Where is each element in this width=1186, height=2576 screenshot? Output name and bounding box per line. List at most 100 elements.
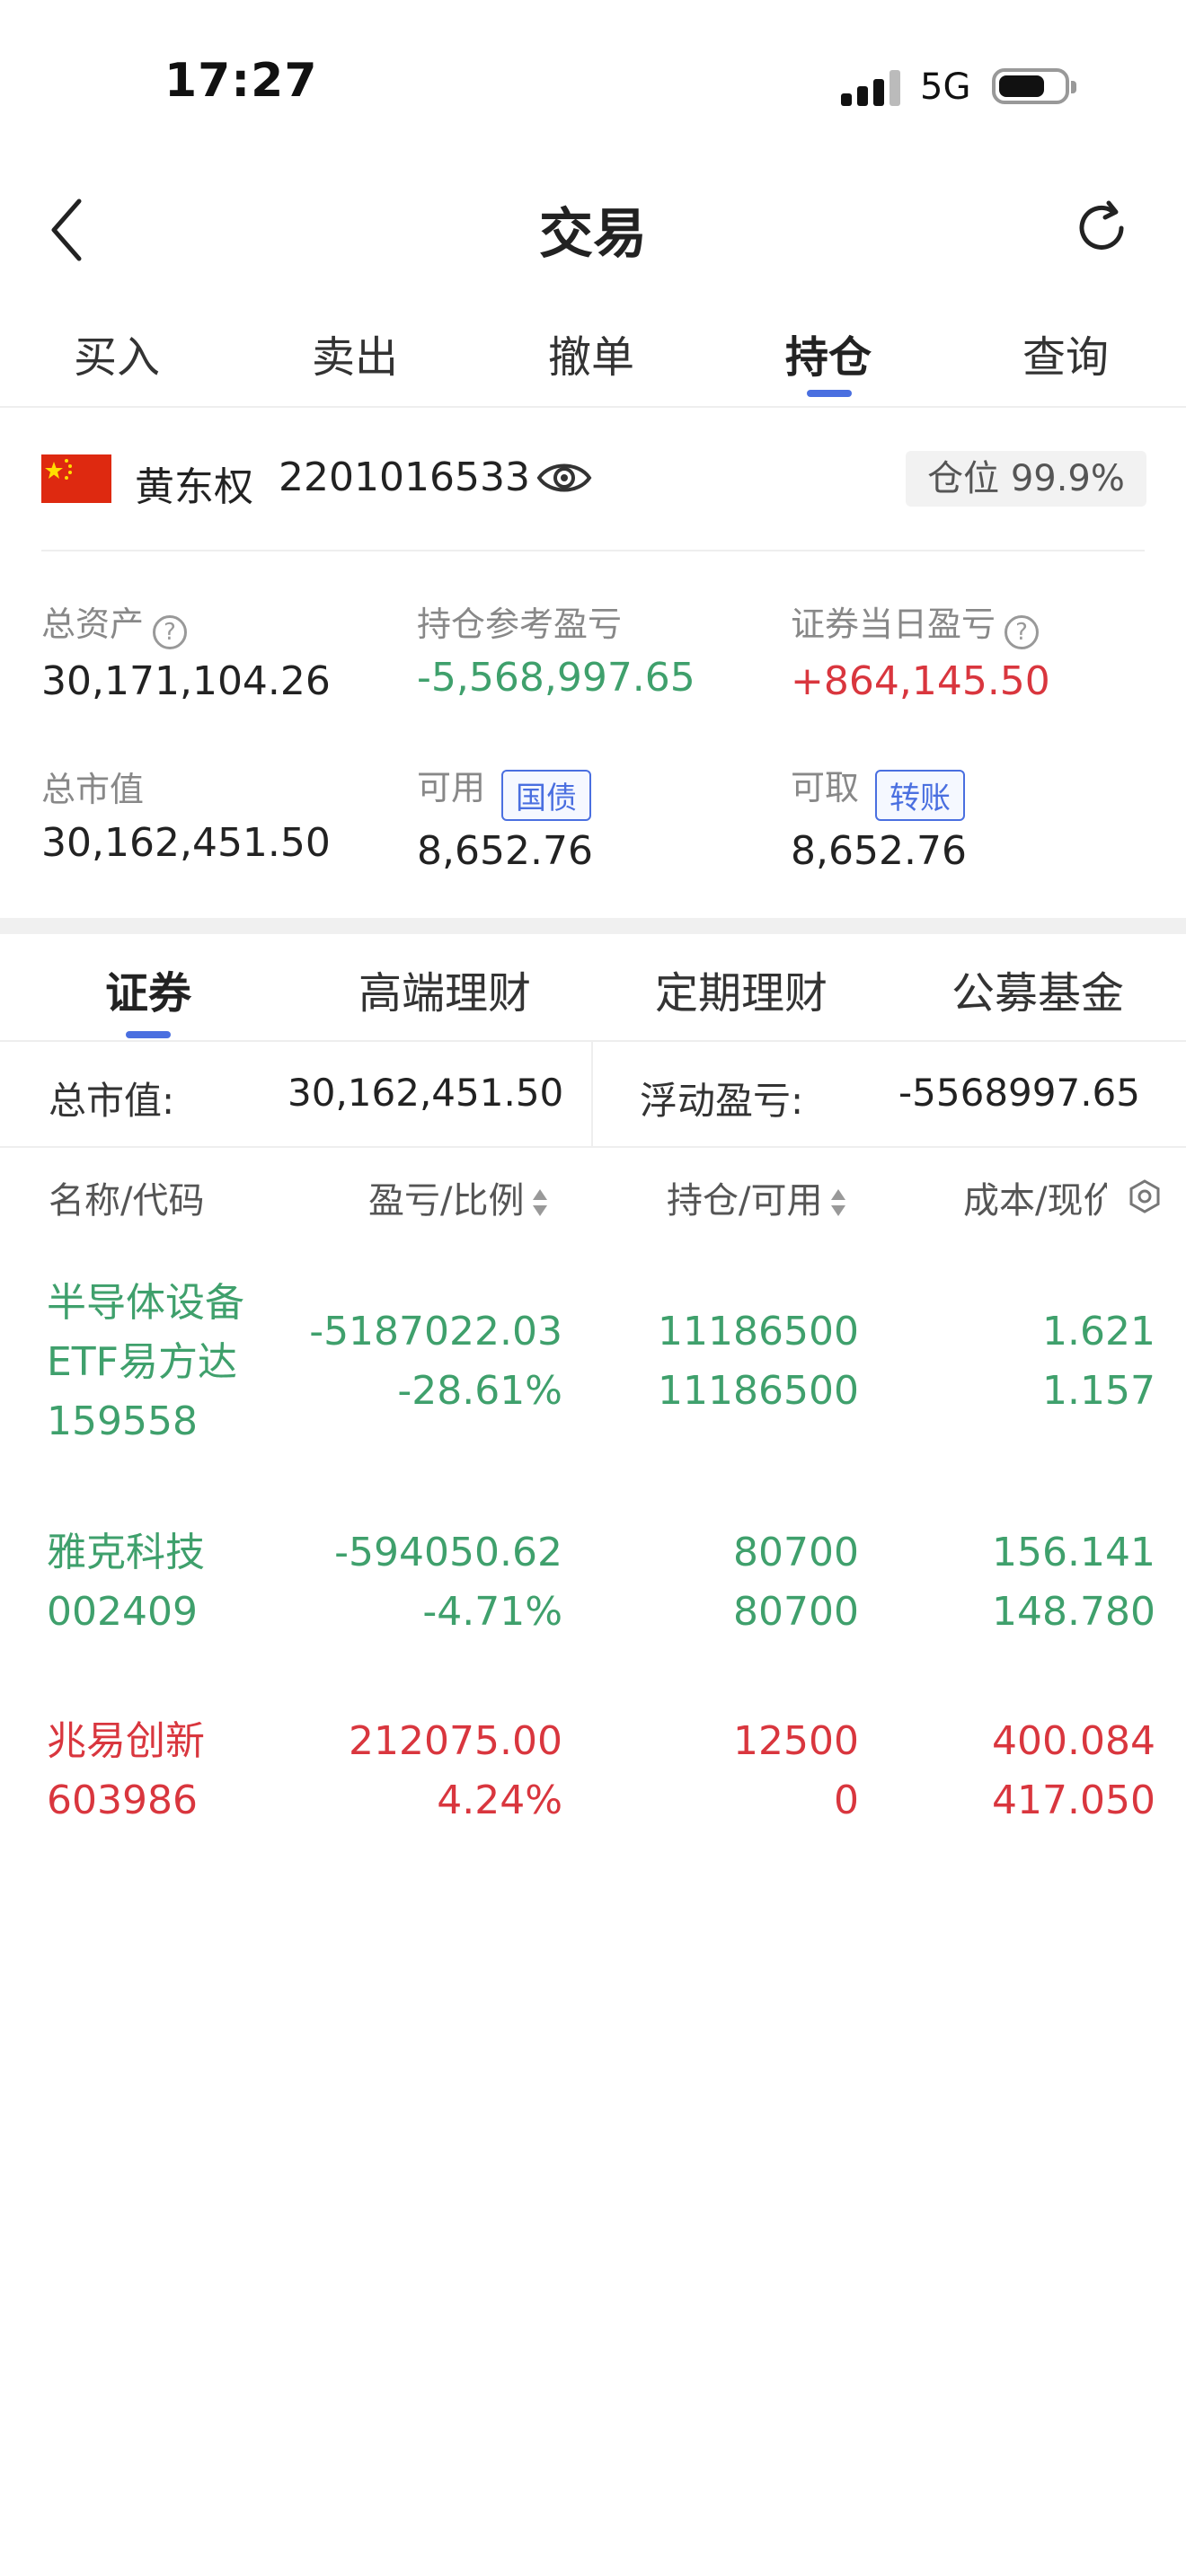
position-badge: 仓位 99.9%	[906, 451, 1146, 507]
hold-cell: 12500 0	[589, 1712, 859, 1831]
cost-price: 156.141	[992, 1530, 1155, 1575]
tab-indicator	[807, 390, 852, 397]
totals-market-value: 30,162,451.50	[288, 1071, 564, 1115]
pl-value: 212075.00	[349, 1718, 562, 1764]
battery-icon	[992, 68, 1076, 104]
tab-sell[interactable]: 卖出	[265, 322, 445, 384]
table-row[interactable]: 兆易创新 603986 212075.00 4.24% 12500 0 400.…	[0, 1712, 1186, 1838]
col-header-pl[interactable]: 盈亏/比例	[368, 1171, 549, 1223]
total-assets-value: 30,171,104.26	[41, 657, 331, 704]
cost-cell: 1.621 1.157	[922, 1302, 1155, 1421]
divider	[0, 1146, 1186, 1148]
current-price: 1.157	[1042, 1368, 1155, 1414]
stock-name: 兆易创新 603986	[47, 1712, 205, 1831]
col-header-pl-label: 盈亏/比例	[368, 1180, 525, 1222]
tab-cancel[interactable]: 撤单	[501, 322, 681, 384]
eye-icon[interactable]	[535, 454, 593, 501]
stock-name-line1: 兆易创新	[47, 1718, 205, 1764]
section-separator	[0, 918, 1186, 934]
current-price: 148.780	[992, 1589, 1155, 1635]
stock-code: 603986	[47, 1778, 198, 1823]
avail-qty: 0	[834, 1778, 859, 1823]
subtab-indicator	[126, 1031, 171, 1038]
account-id: 2201016533	[279, 454, 530, 500]
subtab-premium-wealth[interactable]: 高端理财	[301, 957, 589, 1020]
col-header-name: 名称/代码	[49, 1180, 205, 1222]
current-price: 417.050	[992, 1778, 1155, 1823]
transfer-button[interactable]: 转账	[875, 770, 966, 821]
totals-floating-pl-label: 浮动盈亏:	[640, 1079, 804, 1123]
hold-cell: 80700 80700	[589, 1523, 859, 1642]
chevron-left-icon[interactable]	[45, 194, 90, 266]
available-label: 可用	[417, 768, 486, 807]
col-header-hold[interactable]: 持仓/可用	[667, 1171, 847, 1223]
pl-cell: -5187022.03 -28.61%	[239, 1302, 562, 1421]
col-header-hold-label: 持仓/可用	[667, 1180, 823, 1222]
totals-market-value-label: 总市值:	[49, 1079, 175, 1123]
col-header-cost: 成本/现价	[963, 1180, 1107, 1222]
stock-name: 雅克科技 002409	[47, 1523, 205, 1642]
help-icon[interactable]: ?	[153, 614, 188, 649]
hold-pl-label: 持仓参考盈亏	[417, 604, 623, 644]
pl-percent: -28.61%	[397, 1368, 562, 1414]
table-row[interactable]: 半导体设备 ETF易方达 159558 -5187022.03 -28.61% …	[0, 1274, 1186, 1453]
stock-name-line2: ETF易方达	[47, 1339, 237, 1385]
market-value-value: 30,162,451.50	[41, 820, 331, 866]
account-name: 黄东权	[135, 464, 253, 510]
china-flag-icon	[41, 454, 111, 503]
refresh-icon[interactable]	[1069, 196, 1134, 260]
divider	[591, 1042, 593, 1146]
position-value: 99.9%	[1010, 458, 1125, 499]
withdrawable-block: 可取 转账 8,652.76	[791, 760, 967, 874]
day-pl-value: +864,145.50	[791, 657, 1050, 704]
subtab-securities[interactable]: 证券	[4, 957, 292, 1020]
pl-cell: 212075.00 4.24%	[239, 1712, 562, 1831]
settings-icon[interactable]	[1127, 1178, 1163, 1214]
market-value-label: 总市值	[41, 770, 145, 809]
page-title: 交易	[539, 203, 647, 266]
tab-buy[interactable]: 买入	[27, 322, 207, 384]
hold-qty: 11186500	[658, 1309, 859, 1354]
position-label: 仓位	[927, 458, 1000, 499]
hold-qty: 12500	[733, 1718, 859, 1764]
subtab-fixed-term[interactable]: 定期理财	[597, 957, 885, 1020]
network-label: 5G	[920, 66, 971, 108]
stock-code: 159558	[47, 1398, 198, 1444]
sort-icon	[829, 1187, 847, 1218]
totals-floating-pl: -5568997.65	[898, 1071, 1141, 1115]
tab-query[interactable]: 查询	[976, 322, 1155, 384]
treasury-bond-button[interactable]: 国债	[501, 770, 592, 821]
pl-value: -5187022.03	[309, 1309, 562, 1354]
withdrawable-label: 可取	[791, 768, 860, 807]
signal-icon	[841, 70, 902, 106]
stock-name-line1: 雅克科技	[47, 1530, 205, 1575]
status-time: 17:27	[164, 54, 318, 108]
tab-holdings[interactable]: 持仓	[739, 322, 918, 384]
pl-percent: 4.24%	[437, 1778, 562, 1823]
withdrawable-value: 8,652.76	[791, 828, 967, 874]
table-row[interactable]: 雅克科技 002409 -594050.62 -4.71% 80700 8070…	[0, 1523, 1186, 1649]
sort-icon	[531, 1187, 549, 1218]
avail-qty: 80700	[733, 1589, 859, 1635]
subtab-public-funds[interactable]: 公募基金	[894, 957, 1182, 1020]
hold-cell: 11186500 11186500	[589, 1302, 859, 1421]
cost-cell: 156.141 148.780	[922, 1523, 1155, 1642]
hold-pl-value: -5,568,997.65	[417, 655, 695, 701]
pl-percent: -4.71%	[422, 1589, 562, 1635]
available-value: 8,652.76	[417, 828, 593, 874]
trade-tabbar: 买入 卖出 撤单 持仓 查询	[0, 313, 1186, 408]
stock-name: 半导体设备 ETF易方达 159558	[47, 1274, 244, 1451]
avail-qty: 11186500	[658, 1368, 859, 1414]
hold-pl-block: 持仓参考盈亏 -5,568,997.65	[417, 596, 695, 701]
cost-price: 400.084	[992, 1718, 1155, 1764]
market-value-block: 总市值 30,162,451.50	[41, 762, 331, 866]
total-assets-label: 总资产	[41, 604, 145, 644]
pl-cell: -594050.62 -4.71%	[239, 1523, 562, 1642]
cost-cell: 400.084 417.050	[922, 1712, 1155, 1831]
stock-code: 002409	[47, 1589, 198, 1635]
total-assets-block: 总资产? 30,171,104.26	[41, 596, 331, 704]
divider	[0, 1040, 1186, 1042]
divider	[41, 550, 1145, 551]
help-icon[interactable]: ?	[1005, 614, 1040, 649]
cost-price: 1.621	[1042, 1309, 1155, 1354]
